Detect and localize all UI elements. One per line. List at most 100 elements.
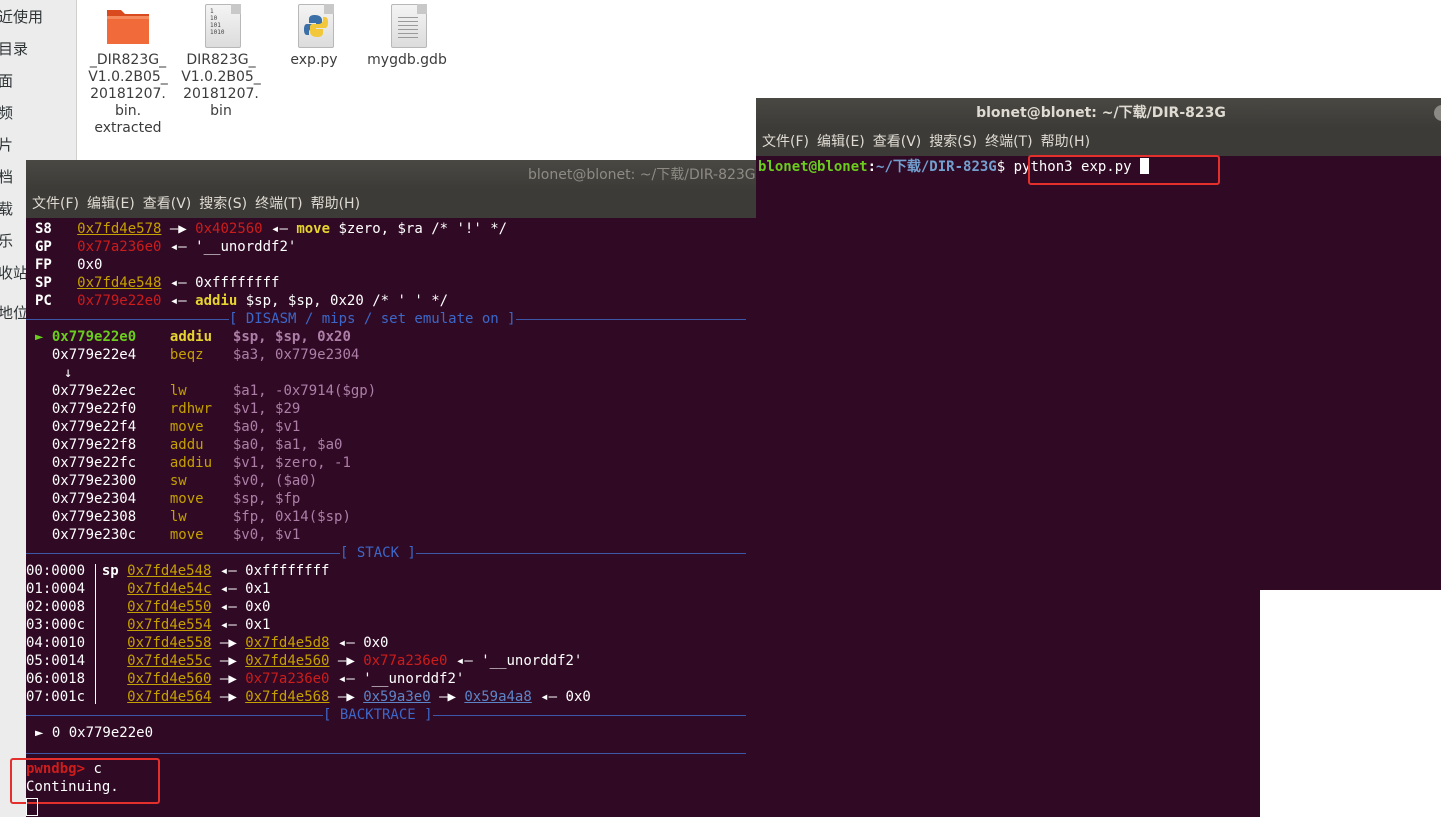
terminal-line: FP 0x0 (35, 256, 102, 274)
instruction-args: $sp, $fp (232, 491, 301, 507)
instruction-address: 0x779e2300 (51, 473, 137, 489)
sidebar-item[interactable]: 乐 (0, 230, 13, 251)
terminal-content[interactable]: blonet@blonet:~/下载/DIR-823G$ python3 exp… (756, 155, 1441, 590)
pointer-arrow: —▶ (161, 221, 196, 237)
sidebar-item[interactable]: 频 (0, 102, 13, 123)
instruction-op: addu (169, 437, 204, 453)
instruction-op: move (169, 419, 204, 435)
instruction-address: 0x779e22e0 (51, 329, 137, 345)
sidebar-item[interactable]: 档 (0, 166, 13, 187)
register-address: 0x77a236e0 (77, 239, 162, 255)
pointer-target: 0x402560 (195, 221, 263, 237)
instruction-address: 0x779e22fc (51, 455, 137, 471)
backtrace-frame: ► 0 0x779e22e0 (35, 725, 154, 741)
terminal-line: ► 0x779e22e0 addiu $sp, $sp, 0x20 (35, 328, 351, 346)
menu-item[interactable]: 终端(T) (985, 134, 1032, 150)
terminal-line: SP 0x7fd4e548 ◂— 0xffffffff (35, 274, 279, 292)
menu-item[interactable]: 编辑(E) (87, 196, 135, 212)
register-name: S8 (35, 221, 52, 237)
file-item-mygdb[interactable]: mygdb.gdb (363, 2, 451, 69)
file-item-bin[interactable]: 1 10 101 1010 DIR823G_ V1.0.2B05_ 201812… (177, 2, 265, 120)
file-name: DIR823G_ V1.0.2B05_ 20181207. bin (181, 52, 261, 119)
window-titlebar[interactable]: blonet@blonet: ~/下载/DIR-823G (756, 98, 1441, 128)
menu-item[interactable]: 帮助(H) (311, 196, 360, 212)
instruction-args: $v0, $v1 (232, 527, 301, 543)
instruction-op: lw (169, 509, 187, 525)
stack-chain-part: —▶ (211, 653, 246, 669)
instruction-args: $fp, 0x14($sp) (232, 509, 351, 525)
terminal-line: ↓ (64, 364, 72, 382)
terminal-line: 01:0004 0x7fd4e54c ◂— 0x1 (26, 580, 270, 598)
sidebar-item[interactable]: 面 (0, 70, 13, 91)
sidebar-item[interactable]: 载 (0, 198, 13, 219)
instruction-args: $v0, ($a0) (232, 473, 318, 489)
section-header: [ STACK ] (340, 544, 416, 562)
instruction-args: $v1, $zero, -1 (232, 455, 351, 471)
menu-item[interactable]: 文件(F) (762, 134, 809, 150)
menu-item[interactable]: 终端(T) (255, 196, 302, 212)
stack-chain-part: —▶ (211, 671, 246, 687)
pwndbg-prompt: pwndbg> (26, 761, 86, 777)
terminal-cursor (26, 798, 38, 816)
instruction-args: $v1, $29 (232, 401, 301, 417)
instruction-op: move (296, 221, 331, 237)
instruction-op: sw (169, 473, 187, 489)
sidebar-item[interactable]: 片 (0, 134, 13, 155)
binary-file-icon: 1 10 101 1010 (197, 2, 245, 48)
terminal-line: ► 0 0x779e22e0 (35, 724, 153, 742)
instruction-op: addiu (169, 455, 213, 471)
stack-address: 0x7fd4e550 (127, 599, 212, 615)
register-annotation: ◂— (262, 221, 297, 237)
stack-chain-part: —▶ (211, 689, 246, 705)
stack-offset: 00:0000 (26, 563, 86, 579)
stack-chain-part: ◂— 0x0 (329, 635, 389, 651)
section-header: [ DISASM / mips / set emulate on ] (229, 310, 516, 328)
instruction-args: $sp, $sp, 0x20 /* ' ' */ (237, 293, 449, 309)
stack-chain-part: ◂— 0xffffffff (211, 563, 330, 579)
window-title: blonet@blonet: ~/下载/DIR-823G (528, 167, 756, 183)
sidebar-item[interactable]: 近使用 (0, 6, 43, 27)
stack-chain-part: —▶ (211, 635, 246, 651)
file-name: _DIR823G_ V1.0.2B05_ 20181207. bin. extr… (88, 52, 168, 136)
terminal-line: 05:0014 0x7fd4e55c —▶ 0x7fd4e560 —▶ 0x77… (26, 652, 582, 670)
menu-item[interactable]: 查看(V) (873, 134, 922, 150)
register-address: 0x779e22e0 (77, 293, 162, 309)
terminal-line: 0x779e2308 lw $fp, 0x14($sp) (35, 508, 351, 526)
terminal-line: 0x779e2300 sw $v0, ($a0) (35, 472, 317, 490)
file-item-exp-py[interactable]: exp.py (270, 2, 358, 69)
instruction-op: rdhwr (169, 401, 213, 417)
section-divider (26, 753, 746, 754)
window-control-icon[interactable] (1434, 105, 1441, 121)
prompt-dollar: $ (996, 159, 1014, 175)
menu-item[interactable]: 查看(V) (143, 196, 192, 212)
menu-item[interactable]: 搜索(S) (929, 134, 977, 150)
stack-chain-part: ◂— 0x0 (531, 689, 591, 705)
stack-chain-part: 0x77a236e0 (245, 671, 330, 687)
window-title: blonet@blonet: ~/下载/DIR-823G (976, 105, 1226, 121)
terminal-line: Continuing. (26, 778, 119, 796)
instruction-address: 0x779e2304 (51, 491, 137, 507)
menu-item[interactable]: 搜索(S) (199, 196, 247, 212)
sidebar-item[interactable]: 目录 (0, 38, 28, 59)
terminal-window-exp[interactable]: blonet@blonet: ~/下载/DIR-823G 文件(F) 编辑(E) 查… (756, 98, 1441, 590)
file-item-extracted-folder[interactable]: _DIR823G_ V1.0.2B05_ 20181207. bin. extr… (84, 2, 172, 137)
sidebar-item[interactable]: 收站 (0, 262, 28, 283)
file-name: exp.py (290, 52, 338, 68)
instruction-op: beqz (169, 347, 204, 363)
menu-item[interactable]: 帮助(H) (1041, 134, 1090, 150)
terminal-line: 0x779e22f8 addu $a0, $a1, $a0 (35, 436, 343, 454)
sidebar-item[interactable]: 地位 (0, 302, 28, 323)
menu-item[interactable]: 文件(F) (32, 196, 79, 212)
stack-address: 0x7fd4e558 (127, 635, 212, 651)
register-name: FP (35, 257, 52, 273)
stack-offset: 02:0008 (26, 599, 86, 615)
terminal-line: S8 0x7fd4e578 —▶ 0x402560 ◂— move $zero,… (35, 220, 507, 238)
instruction-address: 0x779e22e4 (51, 347, 137, 363)
prompt-user-host: blonet@blonet (758, 159, 868, 175)
instruction-address: 0x779e22f0 (51, 401, 137, 417)
menu-item[interactable]: 编辑(E) (817, 134, 865, 150)
stack-offset: 07:001c (26, 689, 86, 705)
instruction-address: 0x779e22f8 (51, 437, 137, 453)
stack-chain-part: —▶ (329, 689, 364, 705)
terminal-line: 03:000c 0x7fd4e554 ◂— 0x1 (26, 616, 270, 634)
